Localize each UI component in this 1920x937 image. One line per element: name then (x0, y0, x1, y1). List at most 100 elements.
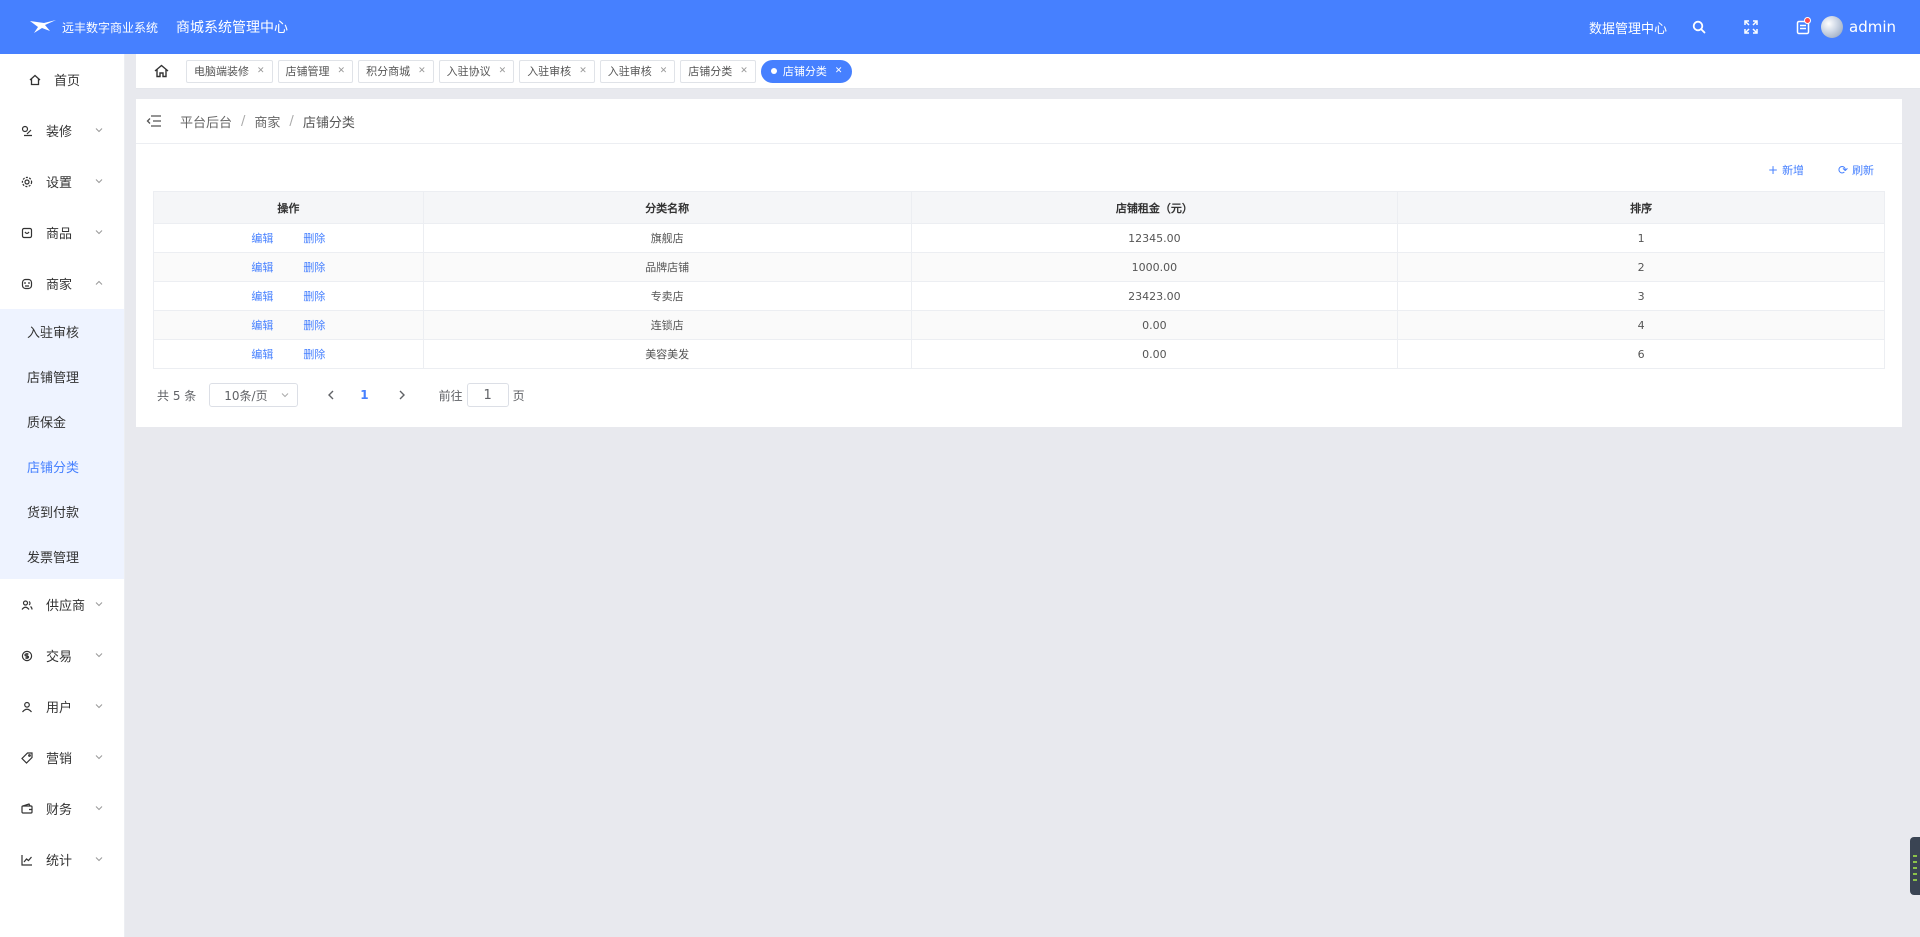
page-size-select[interactable]: 10条/页 (209, 383, 299, 407)
sidebar-item-trade[interactable]: 交易 (0, 630, 124, 681)
refresh-label: 刷新 (1852, 164, 1875, 177)
tab-store-category-active[interactable]: 店铺分类 ✕ (760, 59, 853, 83)
tab-entry-review[interactable]: 入驻审核 ✕ (519, 59, 595, 83)
edit-button[interactable]: 编辑 (251, 290, 273, 303)
side-widget-handle[interactable] (1910, 837, 1920, 895)
goto-page-input[interactable] (466, 383, 509, 407)
edit-button[interactable]: 编辑 (251, 261, 273, 274)
store-icon (20, 277, 34, 291)
close-icon[interactable]: ✕ (418, 66, 426, 76)
cell-name: 连锁店 (422, 310, 912, 340)
close-icon[interactable]: ✕ (257, 66, 265, 76)
col-header-rent[interactable]: 店铺租金（元） (910, 191, 1399, 224)
collapse-menu-icon[interactable] (146, 114, 162, 128)
sidebar-item-products[interactable]: 商品 (0, 207, 124, 258)
sidebar-item-label: 装修 (46, 125, 73, 140)
logo[interactable]: 远丰数字商业系统 (28, 17, 176, 37)
chevron-down-icon (95, 127, 103, 132)
close-icon[interactable]: ✕ (579, 66, 587, 76)
next-page-button[interactable] (395, 388, 409, 402)
edit-button[interactable]: 编辑 (251, 319, 273, 332)
add-button[interactable]: + 新增 (1768, 162, 1804, 178)
col-header-sort[interactable]: 排序 (1397, 191, 1885, 224)
close-icon[interactable]: ✕ (499, 66, 507, 76)
cell-rent: 1000.00 (910, 252, 1399, 282)
active-dot (770, 68, 777, 74)
home-tab[interactable] (136, 54, 186, 89)
cell-sort: 3 (1397, 281, 1885, 311)
delete-button[interactable]: 删除 (303, 319, 325, 332)
table-row: 编辑 删除 专卖店 23423.00 3 (153, 281, 1885, 311)
tab-pc-decoration[interactable]: 电脑端装修 ✕ (186, 59, 273, 83)
sidebar-item-label: 首页 (54, 74, 81, 89)
refresh-button[interactable]: ⟳ 刷新 (1838, 162, 1874, 178)
sidebar-subitem-deposit[interactable]: 质保金 (0, 399, 124, 444)
sidebar-item-home[interactable]: 首页 (0, 54, 124, 105)
chart-icon (20, 853, 34, 867)
avatar[interactable] (1821, 16, 1843, 38)
cell-sort: 6 (1397, 339, 1885, 369)
chevron-left-icon (328, 390, 334, 400)
sidebar-item-merchant[interactable]: 商家 (0, 258, 124, 309)
notification-icon[interactable] (1793, 17, 1813, 37)
delete-button[interactable]: 删除 (303, 232, 325, 245)
close-icon[interactable]: ✕ (660, 66, 668, 76)
sidebar-item-supplier[interactable]: 供应商 (0, 579, 124, 630)
home-icon (28, 73, 42, 87)
cell-sort: 2 (1397, 252, 1885, 282)
chevron-down-icon (95, 601, 103, 606)
breadcrumb-item[interactable]: 平台后台 (180, 112, 232, 131)
prev-page-button[interactable] (324, 388, 338, 402)
page-number-current[interactable]: 1 (360, 388, 368, 402)
tab-label: 入驻审核 (607, 65, 652, 78)
row-actions: 编辑 删除 (153, 310, 424, 340)
tab-points-mall[interactable]: 积分商城 ✕ (358, 59, 434, 83)
row-actions: 编辑 删除 (153, 223, 424, 253)
delete-button[interactable]: 删除 (303, 290, 325, 303)
sidebar-item-label: 用户 (46, 701, 73, 716)
fullscreen-icon[interactable] (1741, 17, 1761, 37)
breadcrumb-item[interactable]: 商家 (254, 112, 280, 131)
sidebar-item-settings[interactable]: 设置 (0, 156, 124, 207)
sidebar-subitem-invoice[interactable]: 发票管理 (0, 534, 124, 579)
tab-label: 店铺分类 (688, 65, 733, 78)
sidebar-item-users[interactable]: 用户 (0, 681, 124, 732)
delete-button[interactable]: 删除 (303, 348, 325, 361)
close-icon[interactable]: ✕ (835, 66, 843, 76)
sidebar-item-decorate[interactable]: 装修 (0, 105, 124, 156)
search-icon[interactable] (1689, 17, 1709, 37)
close-icon[interactable]: ✕ (740, 66, 748, 76)
tab-label: 入驻协议 (446, 65, 491, 78)
tab-store-category[interactable]: 店铺分类 ✕ (680, 59, 756, 83)
sidebar-subitem-entry-review[interactable]: 入驻审核 (0, 309, 124, 354)
sidebar-item-label: 统计 (46, 854, 73, 869)
username[interactable]: admin (1849, 18, 1896, 36)
col-header-name[interactable]: 分类名称 (422, 191, 912, 224)
plus-icon: + (1768, 163, 1779, 177)
breadcrumb-separator: / (289, 113, 294, 129)
sidebar-subitem-store-management[interactable]: 店铺管理 (0, 354, 124, 399)
goto-label: 前往 (438, 388, 463, 403)
wallet-icon (20, 802, 34, 816)
sidebar-item-marketing[interactable]: 营销 (0, 732, 124, 783)
trade-icon (20, 649, 34, 663)
edit-button[interactable]: 编辑 (251, 348, 273, 361)
tab-entry-review-2[interactable]: 入驻审核 ✕ (599, 59, 676, 83)
sidebar-subitem-store-category[interactable]: 店铺分类 (0, 444, 124, 489)
data-center-link[interactable]: 数据管理中心 (1589, 18, 1667, 37)
chevron-up-icon (95, 280, 103, 285)
gear-icon (20, 175, 34, 189)
sidebar-item-statistics[interactable]: 统计 (0, 834, 124, 885)
sidebar-subitem-cod[interactable]: 货到付款 (0, 489, 124, 534)
table-toolbar: + 新增 ⟳ 刷新 (136, 144, 1902, 189)
tab-store-management[interactable]: 店铺管理 ✕ (277, 59, 354, 83)
refresh-icon: ⟳ (1838, 163, 1849, 177)
tab-label: 积分商城 (366, 65, 411, 78)
table-header-row: 操作 分类名称 店铺租金（元） 排序 (153, 191, 1885, 224)
chevron-down-icon (95, 178, 103, 183)
delete-button[interactable]: 删除 (303, 261, 325, 274)
sidebar-item-finance[interactable]: 财务 (0, 783, 124, 834)
close-icon[interactable]: ✕ (338, 66, 346, 76)
tab-entry-agreement[interactable]: 入驻协议 ✕ (438, 59, 515, 83)
edit-button[interactable]: 编辑 (251, 232, 273, 245)
